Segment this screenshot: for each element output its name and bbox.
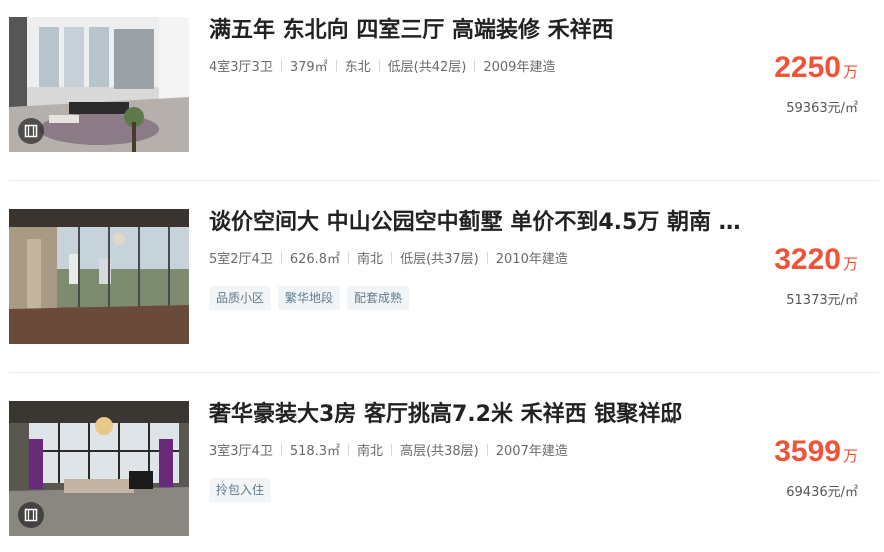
layout-text: 4室3厅3卫 <box>209 60 273 75</box>
listing-title[interactable]: 奢华豪装大3房 客厅挑高7.2米 禾祥西 银聚祥邸 <box>209 401 759 429</box>
total-price: 2250 万 <box>774 49 858 87</box>
listing-photo[interactable] <box>9 17 189 152</box>
orientation-text: 南北 <box>357 252 384 267</box>
tag-move-in-ready: 拎包入住 <box>209 478 272 502</box>
floor-text: 低层(共42层) <box>387 60 467 75</box>
tag-mature-amenities: 配套成熟 <box>347 286 410 310</box>
unit-price: 69436元/㎡ <box>786 485 858 500</box>
vr-icon[interactable] <box>18 502 44 528</box>
listing-title[interactable]: 谈价空间大 中山公园空中蓟墅 单价不到4.5万 朝南 视野开阔 <box>209 209 759 237</box>
build-year-text: 2007年建造 <box>495 444 568 459</box>
tag-list: 品质小区 繁华地段 配套成熟 <box>209 286 416 310</box>
tag-list: 拎包入住 <box>209 478 278 502</box>
orientation-text: 东北 <box>344 60 371 75</box>
build-year-text: 2010年建造 <box>495 252 568 267</box>
listing-item[interactable]: 满五年 东北向 四室三厅 高端装修 禾祥西 4室3厅3卫 379㎡ 东北 低层(共42… <box>0 17 884 177</box>
total-price-value: 3599 <box>774 435 841 468</box>
listing-item[interactable]: 奢华豪装大3房 客厅挑高7.2米 禾祥西 银聚祥邸 3室3厅4卫 518.3㎡ 南北… <box>0 401 884 552</box>
unit-price: 51373元/㎡ <box>786 293 858 308</box>
floor-text: 低层(共37层) <box>400 252 479 267</box>
listing-photo[interactable] <box>9 209 189 344</box>
area-text: 379㎡ <box>289 60 328 75</box>
build-year-text: 2009年建造 <box>483 60 556 75</box>
divider <box>9 372 879 373</box>
area-text: 518.3㎡ <box>289 444 341 459</box>
total-price-unit: 万 <box>842 63 858 81</box>
total-price: 3599 万 <box>774 433 858 471</box>
orientation-text: 南北 <box>357 444 384 459</box>
layout-text: 3室3厅4卫 <box>209 444 273 459</box>
tag-quality-community: 品质小区 <box>209 286 272 310</box>
total-price-value: 3220 <box>774 243 841 276</box>
listing-photo[interactable] <box>9 401 189 536</box>
listing-title[interactable]: 满五年 东北向 四室三厅 高端装修 禾祥西 <box>209 17 759 45</box>
floor-text: 高层(共38层) <box>400 444 479 459</box>
listing-item[interactable]: 谈价空间大 中山公园空中蓟墅 单价不到4.5万 朝南 视野开阔 5室2厅4卫 62… <box>0 209 884 369</box>
area-text: 626.8㎡ <box>289 252 341 267</box>
tag-prime-location: 繁华地段 <box>278 286 341 310</box>
listing-specs: 5室2厅4卫 626.8㎡ 南北 低层(共37层) 2010年建造 <box>209 251 568 269</box>
listing-list: 满五年 东北向 四室三厅 高端装修 禾祥西 4室3厅3卫 379㎡ 东北 低层(共42… <box>0 0 884 552</box>
total-price-unit: 万 <box>842 447 858 465</box>
listing-specs: 4室3厅3卫 379㎡ 东北 低层(共42层) 2009年建造 <box>209 59 555 77</box>
total-price-value: 2250 <box>774 51 841 84</box>
total-price: 3220 万 <box>774 241 858 279</box>
listing-specs: 3室3厅4卫 518.3㎡ 南北 高层(共38层) 2007年建造 <box>209 443 568 461</box>
unit-price: 59363元/㎡ <box>786 101 858 116</box>
vr-icon[interactable] <box>18 118 44 144</box>
divider <box>9 180 879 181</box>
total-price-unit: 万 <box>842 255 858 273</box>
layout-text: 5室2厅4卫 <box>209 252 273 267</box>
